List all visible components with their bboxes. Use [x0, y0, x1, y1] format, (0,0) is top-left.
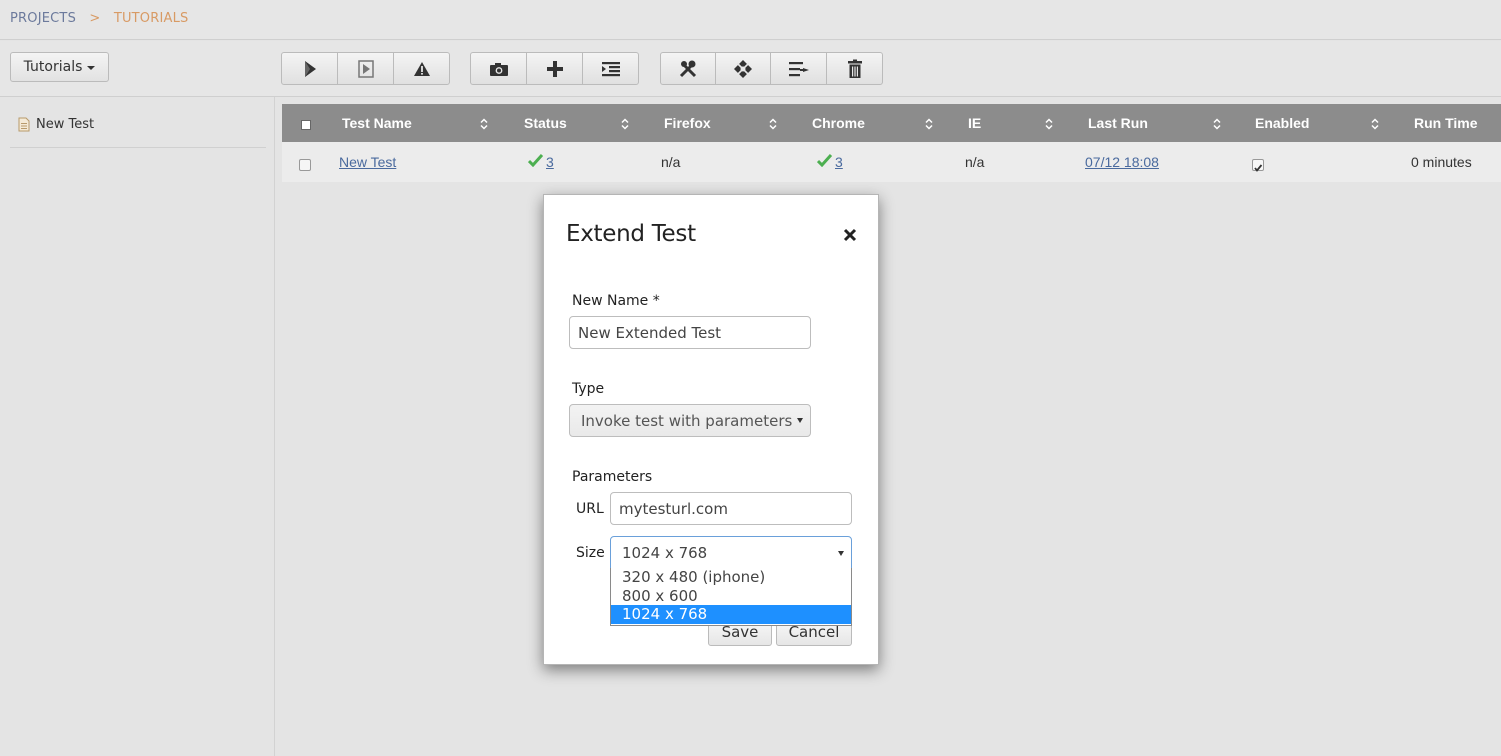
dropdown-arrow-icon: [797, 418, 803, 423]
warning-icon: [413, 61, 430, 76]
sidebar-item-new-test[interactable]: New Test: [10, 110, 266, 148]
breadcrumb-bar: PROJECTS > TUTORIALS: [0, 0, 1501, 40]
sort-icon[interactable]: [769, 118, 777, 130]
size-option[interactable]: 320 x 480 (iphone): [611, 568, 851, 587]
column-header-test-name[interactable]: Test Name: [342, 104, 412, 142]
new-name-input[interactable]: [569, 316, 811, 349]
move-button[interactable]: [770, 52, 827, 85]
breadcrumb: PROJECTS > TUTORIALS: [10, 11, 189, 26]
column-header-run-time[interactable]: Run Time: [1414, 104, 1478, 142]
play-all-icon: [304, 60, 316, 77]
column-header-status[interactable]: Status: [524, 104, 567, 142]
sort-icon[interactable]: [925, 118, 933, 130]
warnings-button[interactable]: [393, 52, 450, 85]
trash-icon: [847, 59, 862, 78]
add-test-button[interactable]: [526, 52, 583, 85]
modal-title: Extend Test: [566, 221, 696, 247]
size-label: Size: [576, 545, 605, 561]
new-name-label: New Name *: [572, 293, 660, 309]
sort-icon[interactable]: [480, 118, 488, 130]
breadcrumb-projects-link[interactable]: PROJECTS: [10, 11, 76, 26]
settings-icon: [734, 59, 752, 78]
size-select[interactable]: 1024 x 768: [610, 536, 852, 570]
manage-button-group: [660, 52, 883, 85]
chrome-count-link[interactable]: 3: [835, 154, 843, 170]
table-row[interactable]: New Test 3 n/a 3 n/a 07/12 18:08 0 minut…: [282, 142, 1501, 182]
tools-icon: [679, 60, 697, 77]
edit-button-group: [470, 52, 639, 85]
select-all-checkbox[interactable]: [301, 120, 311, 130]
sort-icon[interactable]: [621, 118, 629, 130]
type-label: Type: [572, 381, 605, 397]
row-select-checkbox[interactable]: [299, 159, 311, 171]
run-time-value: 0 minutes: [1411, 154, 1472, 170]
checkmark-icon: [817, 153, 832, 167]
plus-icon: [546, 60, 563, 77]
last-run-link[interactable]: 07/12 18:08: [1085, 154, 1159, 170]
screenshot-button[interactable]: [470, 52, 527, 85]
checkmark-icon: [1254, 164, 1263, 172]
run-selected-button[interactable]: [337, 52, 394, 85]
delete-button[interactable]: [826, 52, 883, 85]
url-label: URL: [576, 501, 604, 517]
caret-down-icon: [87, 66, 96, 70]
run-button-group: [281, 52, 450, 85]
enabled-checkbox[interactable]: [1252, 159, 1264, 172]
close-icon[interactable]: [842, 227, 858, 243]
sidebar: New Test: [0, 97, 275, 756]
column-header-chrome[interactable]: Chrome: [812, 104, 865, 142]
play-selected-icon: [357, 59, 374, 78]
sort-icon[interactable]: [1213, 118, 1221, 130]
settings-button[interactable]: [715, 52, 771, 85]
column-header-firefox[interactable]: Firefox: [664, 104, 711, 142]
run-all-button[interactable]: [281, 52, 338, 85]
dropdown-arrow-icon: [838, 551, 844, 556]
type-select-value: Invoke test with parameters: [581, 411, 793, 430]
firefox-value: n/a: [661, 154, 681, 170]
status-count-link[interactable]: 3: [546, 154, 554, 170]
column-header-enabled[interactable]: Enabled: [1255, 104, 1309, 142]
url-input[interactable]: [610, 492, 852, 525]
sort-icon[interactable]: [1371, 118, 1379, 130]
table-header: Test Name Status Firefox Chrome IE Last …: [282, 104, 1501, 142]
checkmark-icon: [528, 153, 543, 167]
breadcrumb-separator: >: [89, 11, 101, 26]
sidebar-item-label: New Test: [36, 117, 95, 132]
size-option-selected[interactable]: 1024 x 768: [611, 605, 851, 624]
project-dropdown-label: Tutorials: [23, 59, 83, 75]
camera-icon: [489, 62, 508, 76]
type-select[interactable]: Invoke test with parameters: [569, 404, 811, 437]
breadcrumb-current: TUTORIALS: [113, 11, 189, 26]
tests-table: Test Name Status Firefox Chrome IE Last …: [282, 104, 1501, 182]
column-header-ie[interactable]: IE: [968, 104, 981, 142]
toolbar: Tutorials: [0, 41, 1501, 97]
sort-icon[interactable]: [1045, 118, 1053, 130]
column-header-last-run[interactable]: Last Run: [1088, 104, 1148, 142]
indent-icon: [601, 61, 620, 76]
parameters-label: Parameters: [572, 469, 653, 485]
size-select-value: 1024 x 768: [622, 544, 708, 562]
ie-value: n/a: [965, 154, 985, 170]
size-options-list: 320 x 480 (iphone) 800 x 600 1024 x 768: [610, 568, 852, 626]
file-icon: [18, 117, 30, 132]
indent-button[interactable]: [582, 52, 639, 85]
test-name-link[interactable]: New Test: [339, 154, 396, 170]
move-icon: [788, 61, 809, 76]
size-option[interactable]: 800 x 600: [611, 587, 851, 606]
project-dropdown-button[interactable]: Tutorials: [10, 52, 109, 82]
tools-button[interactable]: [660, 52, 716, 85]
